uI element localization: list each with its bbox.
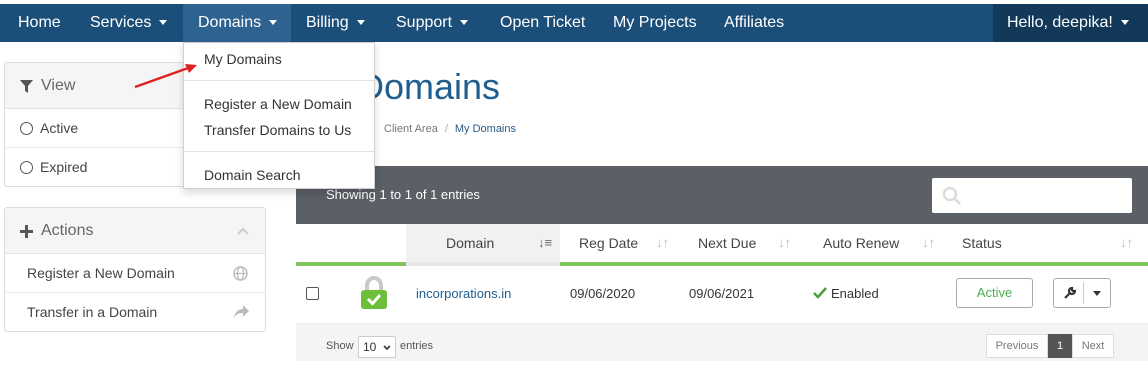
actions-panel: Actions Register a New Domain Transfer i… (4, 207, 266, 332)
table-header: Domain ↓≡ Reg Date ↓↑ Next Due ↓↑ Auto R… (296, 224, 1148, 266)
search-icon (942, 186, 962, 206)
action-transfer-domain[interactable]: Transfer in a Domain (5, 293, 265, 332)
nav-affiliates[interactable]: Affiliates (724, 4, 784, 42)
check-icon (813, 287, 827, 299)
caret-down-icon (460, 20, 469, 26)
domains-dropdown-menu: My Domains Register a New Domain Transfe… (183, 42, 375, 189)
column-header-reg-date[interactable]: Reg Date (579, 224, 638, 262)
pagination-previous[interactable]: Previous (986, 334, 1048, 358)
breadcrumb: Client Area / My Domains (384, 123, 516, 135)
share-arrow-icon (234, 305, 249, 318)
sort-icon: ↓↑ (1120, 235, 1133, 250)
actions-panel-header[interactable]: Actions (5, 208, 265, 254)
table-row[interactable]: incorporations.in 09/06/2020 09/06/2021 … (296, 266, 1148, 324)
status-badge: Active (956, 278, 1033, 308)
action-register-domain[interactable]: Register a New Domain (5, 254, 265, 293)
action-register-label: Register a New Domain (27, 265, 175, 281)
radio-active[interactable] (20, 122, 33, 135)
nav-user-menu[interactable]: Hello, deepika! (993, 4, 1148, 42)
next-due-cell: 09/06/2021 (689, 286, 755, 301)
nav-home[interactable]: Home (18, 4, 61, 42)
table-toolbar: Showing 1 to 1 of 1 entries (296, 166, 1148, 224)
caret-down-icon (356, 20, 365, 26)
filter-expired-label: Expired (40, 159, 88, 175)
domain-link[interactable]: incorporations.in (416, 266, 511, 321)
pagination-next[interactable]: Next (1072, 334, 1114, 358)
nav-my-projects[interactable]: My Projects (613, 4, 697, 42)
breadcrumb-current: My Domains (454, 123, 516, 135)
globe-icon (233, 266, 248, 281)
menu-divider (184, 151, 374, 152)
row-checkbox[interactable] (306, 287, 319, 300)
page-size-value: 10 (363, 340, 377, 354)
user-greeting: Hello, deepika! (1007, 14, 1113, 31)
nav-billing[interactable]: Billing (306, 4, 365, 42)
nav-billing-label: Billing (306, 14, 349, 31)
top-navbar: Home Services Domains Billing Support Op… (0, 4, 1148, 42)
sort-icon: ↓↑ (656, 235, 669, 250)
view-panel-title: View (41, 77, 76, 94)
nav-support-label: Support (396, 14, 453, 31)
plus-icon (20, 225, 33, 238)
nav-domains[interactable]: Domains (183, 4, 291, 42)
chevron-down-icon (383, 345, 391, 351)
table-footer: Show 10 entries Previous 1 Next (296, 324, 1148, 361)
sort-icon: ↓↑ (778, 235, 791, 250)
filter-icon (20, 80, 33, 93)
table-search-input[interactable] (932, 178, 1132, 213)
annotation-arrow-icon (134, 64, 197, 89)
caret-down-icon (159, 20, 168, 26)
column-header-domain[interactable]: Domain (446, 224, 494, 262)
menu-item-register-domain[interactable]: Register a New Domain (204, 96, 352, 112)
menu-item-domain-search[interactable]: Domain Search (204, 167, 301, 183)
nav-support[interactable]: Support (396, 4, 469, 42)
manage-actions-button[interactable] (1053, 278, 1111, 308)
entries-label: entries (400, 340, 434, 352)
nav-open-ticket[interactable]: Open Ticket (500, 4, 585, 42)
sort-desc-icon: ↓≡ (538, 235, 553, 250)
lock-icon (361, 276, 387, 309)
filter-active-label: Active (40, 120, 79, 136)
nav-services[interactable]: Services (90, 4, 168, 42)
page-size-select[interactable]: 10 (358, 336, 396, 358)
menu-item-my-domains[interactable]: My Domains (204, 51, 282, 67)
column-header-next-due[interactable]: Next Due (698, 224, 756, 262)
show-label: Show (326, 340, 354, 352)
caret-down-icon[interactable] (1093, 291, 1101, 296)
actions-panel-title: Actions (41, 222, 94, 239)
caret-down-icon (269, 20, 278, 26)
column-header-auto-renew[interactable]: Auto Renew (823, 224, 899, 262)
column-header-status[interactable]: Status (962, 224, 1002, 262)
breadcrumb-client-area[interactable]: Client Area (384, 123, 438, 135)
action-transfer-label: Transfer in a Domain (27, 304, 158, 320)
caret-down-icon (1120, 20, 1129, 26)
wrench-icon (1064, 286, 1077, 299)
nav-domains-label: Domains (198, 14, 262, 31)
page-title: Domains (358, 66, 501, 107)
reg-date-cell: 09/06/2020 (570, 286, 636, 301)
auto-renew-cell: Enabled (831, 286, 879, 301)
menu-item-transfer-domains[interactable]: Transfer Domains to Us (204, 122, 351, 138)
nav-services-label: Services (90, 14, 152, 31)
chevron-up-icon[interactable] (237, 227, 249, 235)
menu-divider (184, 80, 374, 81)
pagination-page-1[interactable]: 1 (1048, 334, 1072, 358)
radio-expired[interactable] (20, 161, 33, 174)
sort-icon: ↓↑ (922, 235, 935, 250)
